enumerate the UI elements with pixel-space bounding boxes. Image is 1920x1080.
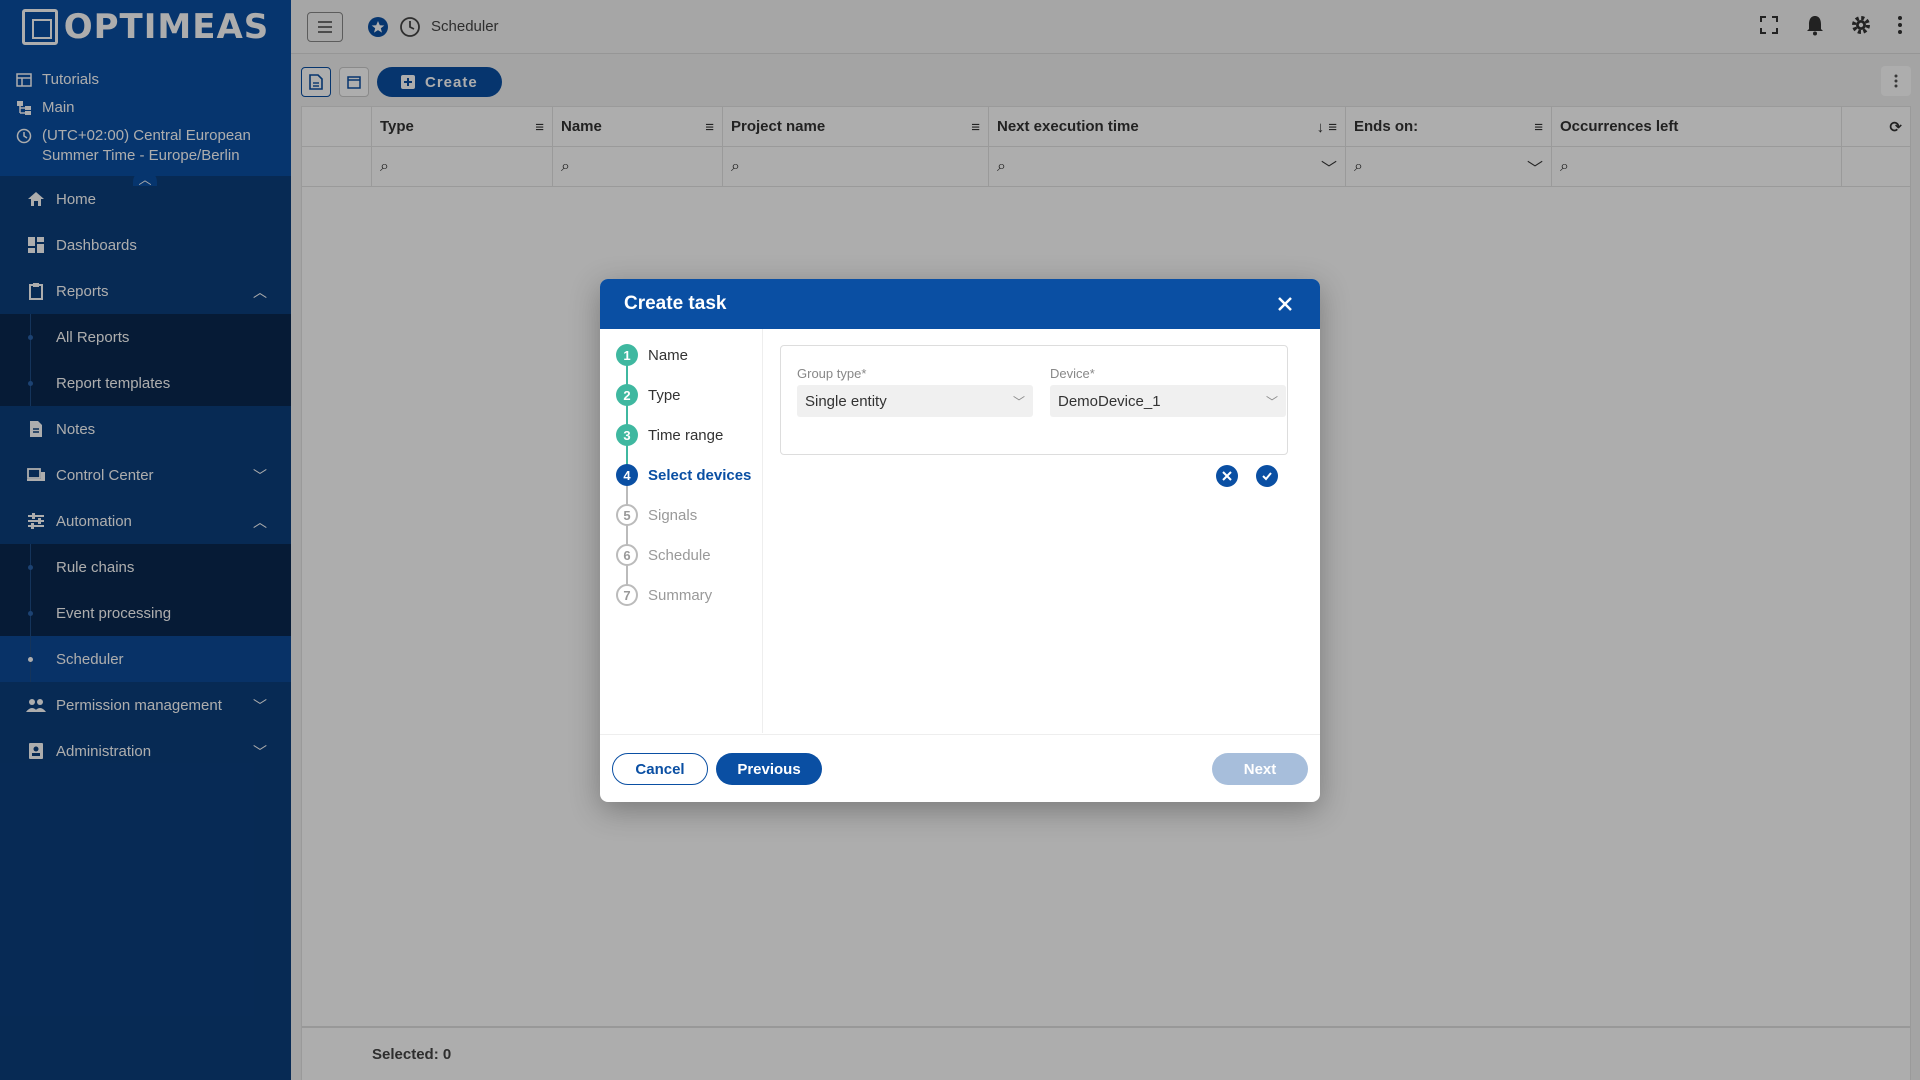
- check-icon: [1262, 472, 1272, 481]
- close-icon: [1222, 471, 1232, 481]
- dialog-header: Create task: [600, 279, 1320, 329]
- wizard-steps: 1 Name 2 Type 3 Time range 4 Select devi…: [600, 329, 763, 733]
- close-icon[interactable]: [1274, 293, 1296, 315]
- step-label: Summary: [648, 586, 713, 604]
- step-number: 4: [616, 464, 638, 486]
- step-number: 3: [616, 424, 638, 446]
- step-name[interactable]: 1 Name: [616, 344, 688, 366]
- step-summary: 7 Summary: [616, 584, 712, 606]
- chevron-down-icon: ﹀: [1265, 394, 1278, 409]
- device-label: Device*: [1050, 366, 1095, 381]
- next-button[interactable]: Next: [1212, 753, 1308, 785]
- dialog-title: Create task: [624, 293, 727, 314]
- group-type-select[interactable]: Single entity ﹀: [797, 385, 1033, 417]
- step-label: Schedule: [648, 546, 711, 564]
- step-number: 6: [616, 544, 638, 566]
- device-field: Device* DemoDevice_1 ﹀: [1050, 366, 1286, 417]
- step-label: Signals: [648, 506, 698, 524]
- group-type-label: Group type*: [797, 366, 867, 381]
- step-number: 1: [616, 344, 638, 366]
- step-type[interactable]: 2 Type: [616, 384, 681, 406]
- step-label: Select devices: [648, 466, 752, 484]
- cancel-button[interactable]: Cancel: [612, 753, 708, 785]
- dialog-footer: Cancel Previous Next: [600, 734, 1320, 802]
- group-type-field: Group type* Single entity ﹀: [797, 366, 1033, 417]
- step-time-range[interactable]: 3 Time range: [616, 424, 723, 446]
- group-type-value: Single entity: [805, 392, 887, 410]
- step-schedule: 6 Schedule: [616, 544, 711, 566]
- chevron-down-icon: ﹀: [1012, 394, 1025, 409]
- confirm-device-button[interactable]: [1256, 465, 1278, 487]
- remove-device-button[interactable]: [1216, 465, 1238, 487]
- device-select[interactable]: DemoDevice_1 ﹀: [1050, 385, 1286, 417]
- step-label: Type: [648, 386, 681, 404]
- step-signals: 5 Signals: [616, 504, 697, 526]
- step-number: 7: [616, 584, 638, 606]
- device-selection-panel: Group type* Single entity ﹀ Device* Demo…: [780, 345, 1288, 455]
- step-number: 5: [616, 504, 638, 526]
- step-select-devices[interactable]: 4 Select devices: [616, 464, 751, 486]
- step-label: Name: [648, 346, 689, 364]
- step-number: 2: [616, 384, 638, 406]
- device-value: DemoDevice_1: [1058, 392, 1161, 410]
- step-label: Time range: [648, 426, 724, 444]
- previous-button[interactable]: Previous: [716, 753, 822, 785]
